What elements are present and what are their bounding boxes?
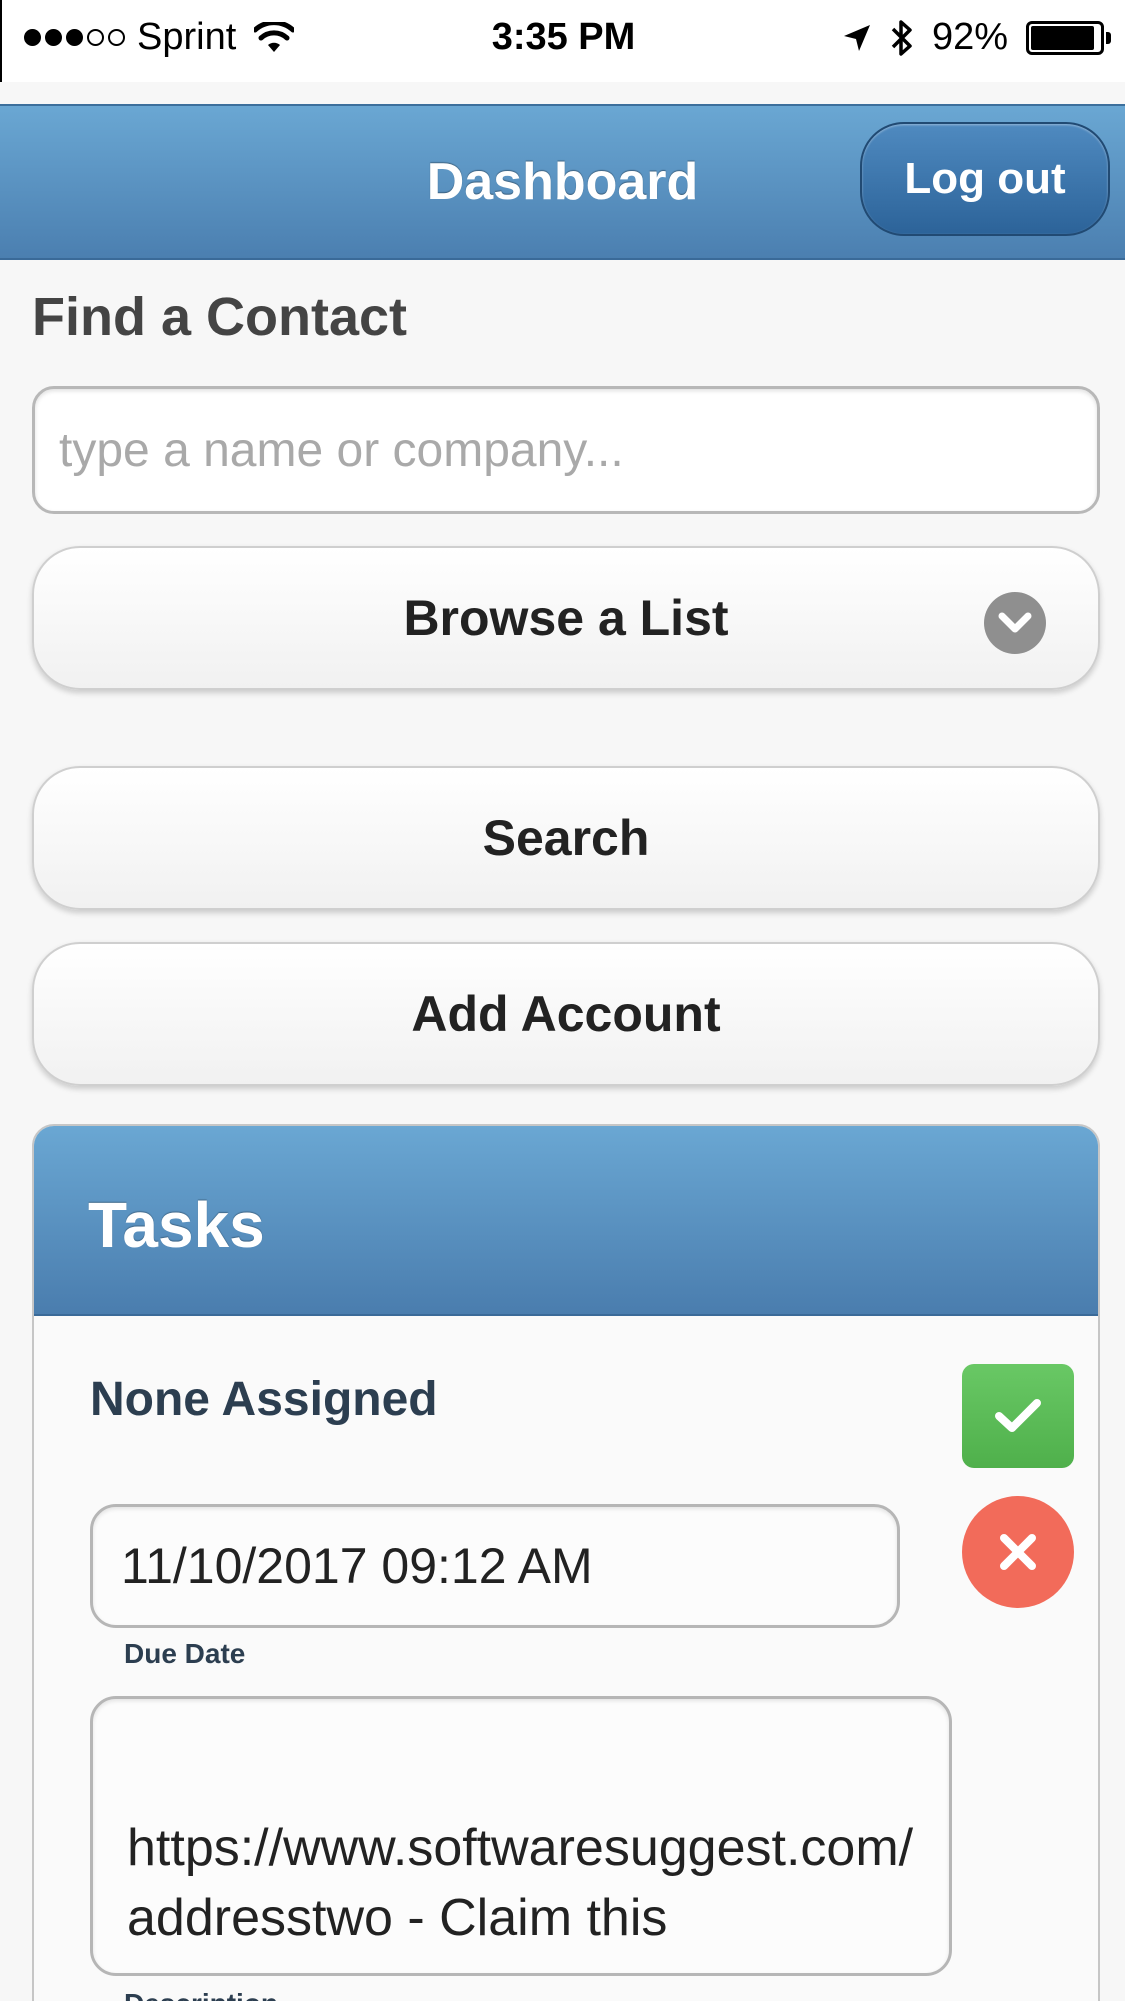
search-button[interactable]: Search (32, 766, 1100, 910)
battery-level (1031, 25, 1094, 50)
description-field[interactable]: https://www.softwaresuggest.com/addresst… (90, 1696, 952, 1976)
find-contact-heading: Find a Contact (32, 287, 407, 347)
browse-list-label: Browse a List (403, 590, 729, 646)
close-icon (1000, 1534, 1036, 1570)
tasks-panel: Tasks None Assigned 11/10/2017 09:12 AM … (32, 1124, 1100, 2001)
status-bar: Sprint 3:35 PM 92% (0, 0, 1125, 82)
browse-list-select[interactable]: Browse a List (32, 546, 1100, 690)
location-arrow-icon (843, 24, 870, 51)
task-assignee: None Assigned (90, 1373, 438, 1426)
bluetooth-icon (891, 19, 912, 56)
description-label: Description (124, 1988, 278, 2001)
chevron-down-icon (984, 592, 1046, 654)
due-date-field[interactable]: 11/10/2017 09:12 AM (90, 1504, 900, 1628)
battery-body (1026, 20, 1104, 55)
battery-icon (1026, 20, 1111, 55)
contact-search-input[interactable] (32, 386, 1100, 514)
battery-percent: 92% (931, 16, 1008, 58)
due-date-label: Due Date (124, 1638, 246, 1669)
battery-tip (1106, 31, 1111, 44)
checkmark-icon (995, 1399, 1041, 1432)
add-account-button[interactable]: Add Account (32, 942, 1100, 1086)
complete-task-button[interactable] (962, 1364, 1074, 1468)
dashboard-screen: Sprint 3:35 PM 92% Dashboard Log out Fin… (0, 0, 1125, 2001)
delete-task-button[interactable] (962, 1496, 1074, 1608)
logout-button[interactable]: Log out (860, 122, 1110, 236)
status-bar-right: 92% (842, 16, 1111, 59)
tasks-title: Tasks (88, 1189, 265, 1261)
tasks-header: Tasks (34, 1126, 1098, 1316)
app-header: Dashboard Log out (0, 104, 1125, 260)
